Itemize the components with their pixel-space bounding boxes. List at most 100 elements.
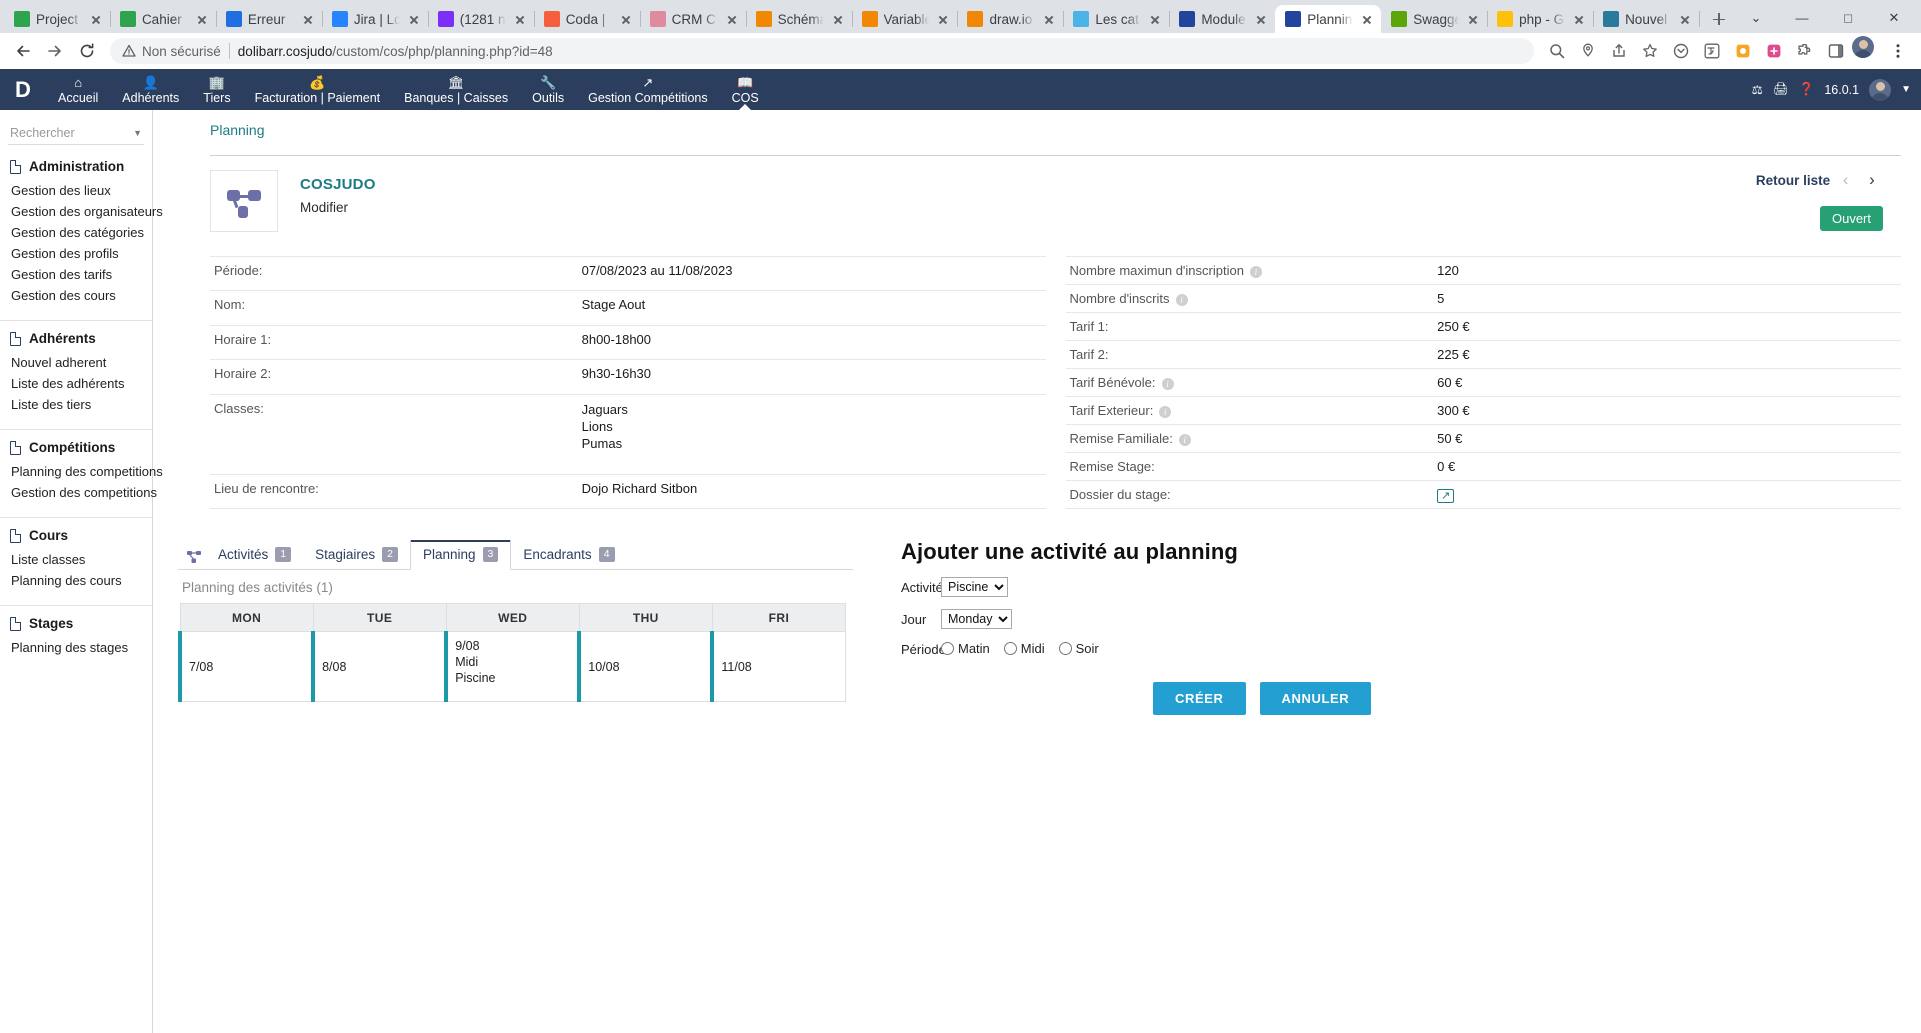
- browser-tab[interactable]: Erreur: [216, 5, 323, 33]
- tab-stagiaires[interactable]: Stagiaires 2: [303, 542, 410, 569]
- chevron-down-icon[interactable]: ▼: [133, 128, 142, 138]
- browser-tab[interactable]: Schéma: [746, 5, 853, 33]
- back-icon[interactable]: [8, 36, 38, 66]
- browser-tab[interactable]: Project: [4, 5, 111, 33]
- close-icon[interactable]: [1147, 11, 1163, 27]
- day-select[interactable]: Monday: [941, 609, 1012, 629]
- sidebar-item-liste-des-adh-rents[interactable]: Liste des adhérents: [10, 373, 142, 394]
- browser-tab[interactable]: CRM C: [640, 5, 747, 33]
- extension-pink-icon[interactable]: [1759, 36, 1789, 66]
- sidebar-item-planning-des-competitions[interactable]: Planning des competitions: [10, 461, 163, 482]
- sidebar-item-gestion-des-cours[interactable]: Gestion des cours: [10, 285, 142, 306]
- chrome-menu-icon[interactable]: [1883, 36, 1913, 66]
- next-record-button[interactable]: ›: [1861, 170, 1883, 190]
- sidebar-item-gestion-des-lieux[interactable]: Gestion des lieux: [10, 180, 142, 201]
- browser-tab[interactable]: Module: [1169, 5, 1277, 33]
- sidebar-item-liste-classes[interactable]: Liste classes: [10, 549, 142, 570]
- info-icon[interactable]: i: [1178, 434, 1191, 446]
- sidebar-item-gestion-des-profils[interactable]: Gestion des profils: [10, 243, 142, 264]
- close-icon[interactable]: [1465, 11, 1481, 27]
- chevron-down-icon[interactable]: ▼: [1901, 84, 1911, 95]
- activity-select[interactable]: Piscine: [941, 577, 1008, 597]
- sidebar-toggle-icon[interactable]: [1821, 36, 1851, 66]
- close-button[interactable]: ✕: [1871, 3, 1917, 33]
- period-radio[interactable]: [1058, 642, 1072, 655]
- period-option-soir[interactable]: Soir: [1058, 641, 1099, 656]
- browser-tab[interactable]: php - G: [1487, 5, 1595, 33]
- browser-tab[interactable]: Swagge: [1381, 5, 1489, 33]
- close-icon[interactable]: [1253, 11, 1269, 27]
- address-bar[interactable]: Non sécurisé dolibarr.cosjudo/custom/cos…: [110, 38, 1534, 64]
- browser-tab[interactable]: Planning: [1275, 5, 1382, 33]
- user-avatar[interactable]: [1869, 78, 1892, 101]
- browser-tab[interactable]: Les cat: [1063, 5, 1171, 33]
- browser-tab[interactable]: Jira | Lo: [322, 5, 429, 33]
- info-icon[interactable]: i: [1159, 406, 1172, 418]
- browser-tab[interactable]: draw.io: [957, 5, 1065, 33]
- info-icon[interactable]: i: [1175, 294, 1188, 306]
- extension-orange-icon[interactable]: [1728, 36, 1758, 66]
- close-icon[interactable]: [1571, 11, 1587, 27]
- close-icon[interactable]: [830, 11, 846, 27]
- minimize-button[interactable]: —: [1779, 3, 1825, 33]
- info-icon[interactable]: i: [1249, 266, 1262, 278]
- new-tab-button[interactable]: [1705, 5, 1733, 33]
- menu-item-banques-caisses[interactable]: 🏛 Banques | Caisses: [392, 69, 520, 110]
- browser-tab[interactable]: (1281 n: [428, 5, 535, 33]
- info-icon[interactable]: i: [1161, 378, 1174, 390]
- close-icon[interactable]: [1041, 11, 1057, 27]
- puzzle-extensions-icon[interactable]: [1790, 36, 1820, 66]
- print-icon[interactable]: 🖨: [1773, 82, 1789, 97]
- search-input[interactable]: Rechercher ▼: [8, 122, 144, 145]
- menu-item-cos[interactable]: 📖 COS: [720, 69, 771, 110]
- sidebar-item-gestion-des-tarifs[interactable]: Gestion des tarifs: [10, 264, 142, 285]
- menu-item-adh-rents[interactable]: 👤 Adhérents: [110, 69, 191, 110]
- sidebar-item-planning-des-stages[interactable]: Planning des stages: [10, 637, 142, 658]
- avatar[interactable]: [1852, 36, 1882, 66]
- chevron-down-icon[interactable]: ⌄: [1733, 3, 1779, 33]
- location-pin-icon[interactable]: [1573, 36, 1603, 66]
- period-radio[interactable]: [1003, 642, 1017, 655]
- edit-link[interactable]: Modifier: [300, 200, 376, 215]
- close-icon[interactable]: [618, 11, 634, 27]
- menu-item-facturation-paiement[interactable]: 💰 Facturation | Paiement: [243, 69, 393, 110]
- sidebar-item-gestion-des-organisateurs[interactable]: Gestion des organisateurs: [10, 201, 163, 222]
- breadcrumb[interactable]: Planning: [153, 122, 1921, 138]
- tools-icon[interactable]: ⚖: [1752, 82, 1763, 97]
- prev-record-button[interactable]: ‹: [1835, 170, 1857, 190]
- browser-tab[interactable]: Cahier: [110, 5, 217, 33]
- maximize-button[interactable]: □: [1825, 3, 1871, 33]
- calendar-cell[interactable]: 11/08: [710, 631, 847, 702]
- close-icon[interactable]: [935, 11, 951, 27]
- bookmark-star-icon[interactable]: [1635, 36, 1665, 66]
- sidebar-item-gestion-des-cat-gories[interactable]: Gestion des catégories: [10, 222, 144, 243]
- pocket-icon[interactable]: [1666, 36, 1696, 66]
- close-icon[interactable]: [1677, 11, 1693, 27]
- browser-tab[interactable]: Variable: [852, 5, 959, 33]
- tab-activit-s[interactable]: Activités 1: [206, 542, 303, 569]
- calendar-cell[interactable]: 8/08: [311, 631, 447, 702]
- sidebar-item-planning-des-cours[interactable]: Planning des cours: [10, 570, 142, 591]
- translate-icon[interactable]: [1697, 36, 1727, 66]
- menu-item-tiers[interactable]: 🏢 Tiers: [191, 69, 242, 110]
- dolibarr-logo[interactable]: D: [0, 77, 46, 103]
- close-icon[interactable]: [194, 11, 210, 27]
- menu-item-outils[interactable]: 🔧 Outils: [520, 69, 576, 110]
- browser-tab[interactable]: Nouvel: [1593, 5, 1700, 33]
- close-icon[interactable]: [1359, 11, 1375, 27]
- calendar-cell[interactable]: 10/08: [577, 631, 713, 702]
- tab-encadrants[interactable]: Encadrants 4: [511, 542, 626, 569]
- help-icon[interactable]: ❓: [1799, 82, 1815, 97]
- search-icon[interactable]: [1542, 36, 1572, 66]
- close-icon[interactable]: [300, 11, 316, 27]
- period-radio[interactable]: [941, 642, 954, 655]
- menu-item-accueil[interactable]: ⌂ Accueil: [46, 69, 110, 110]
- browser-tab[interactable]: Coda |: [534, 5, 641, 33]
- external-link-icon[interactable]: ↗︎: [1437, 489, 1455, 503]
- close-icon[interactable]: [406, 11, 422, 27]
- close-icon[interactable]: [88, 11, 104, 27]
- reload-icon[interactable]: [72, 36, 102, 66]
- period-option-midi[interactable]: Midi: [1003, 641, 1045, 656]
- share-icon[interactable]: [1604, 36, 1634, 66]
- close-icon[interactable]: [512, 11, 528, 27]
